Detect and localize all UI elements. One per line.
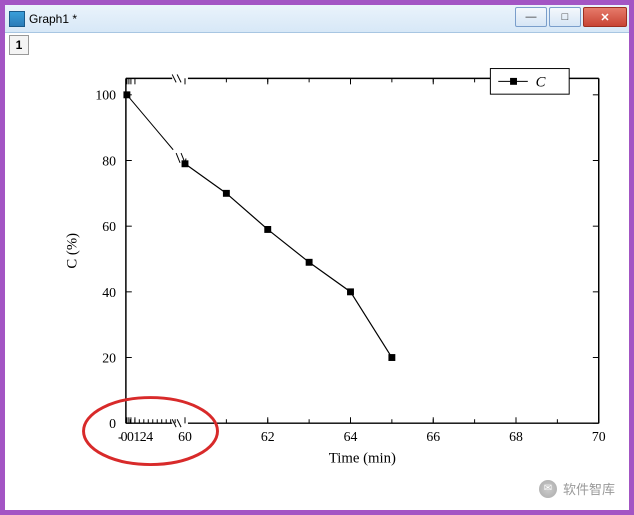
x-tick-label: 66 — [426, 429, 440, 444]
data-marker — [123, 91, 130, 98]
data-marker — [223, 190, 230, 197]
x-tick-label: 60 — [178, 429, 192, 444]
legend-label: C — [536, 74, 546, 90]
watermark-text: 软件智库 — [563, 479, 615, 498]
data-marker — [182, 160, 189, 167]
plot-area[interactable]: 0 20 40 60 80 100 -0 0 1 2 4 60 62 64 66 68 70 Time (… — [13, 39, 621, 502]
close-button[interactable]: ✕ — [583, 7, 627, 27]
maximize-button[interactable]: □ — [549, 7, 581, 27]
y-tick-label: 100 — [95, 88, 116, 103]
y-tick-label: 20 — [102, 350, 116, 365]
data-marker — [347, 288, 354, 295]
y-tick-label: 0 — [109, 416, 116, 431]
content-area: 1 020406080100-0 0 1 2 4606264666870Time… — [5, 33, 629, 510]
x-tick-label: 68 — [509, 429, 523, 444]
x-tick-label: 62 — [261, 429, 275, 444]
graph-window: Graph1 * — □ ✕ 1 020406080100-0 0 1 2 46… — [3, 3, 631, 512]
x-axis-label: Time (min) — [329, 451, 396, 467]
x-tick-label-compressed: -0 0 1 2 4 — [118, 429, 153, 444]
legend[interactable]: C — [490, 69, 569, 95]
watermark: ✉ 软件智库 — [539, 479, 615, 498]
wechat-icon: ✉ — [539, 480, 557, 498]
window-controls: — □ ✕ — [515, 5, 629, 32]
y-tick-label: 60 — [102, 219, 116, 234]
legend-marker-icon — [510, 78, 517, 85]
minimize-button[interactable]: — — [515, 7, 547, 27]
data-marker — [388, 354, 395, 361]
y-axis-label: C (%) — [65, 233, 81, 269]
series-line — [185, 164, 392, 358]
titlebar[interactable]: Graph1 * — □ ✕ — [5, 5, 629, 33]
y-tick-label: 40 — [102, 285, 116, 300]
data-marker — [264, 226, 271, 233]
data-marker — [306, 259, 313, 266]
chart-svg: 0 20 40 60 80 100 -0 0 1 2 4 60 62 64 66 68 70 Time (… — [13, 39, 621, 502]
x-tick-label: 70 — [592, 429, 606, 444]
window-title: Graph1 * — [29, 12, 515, 26]
app-icon — [9, 11, 25, 27]
y-tick-label: 80 — [102, 153, 116, 168]
x-tick-label: 64 — [344, 429, 358, 444]
